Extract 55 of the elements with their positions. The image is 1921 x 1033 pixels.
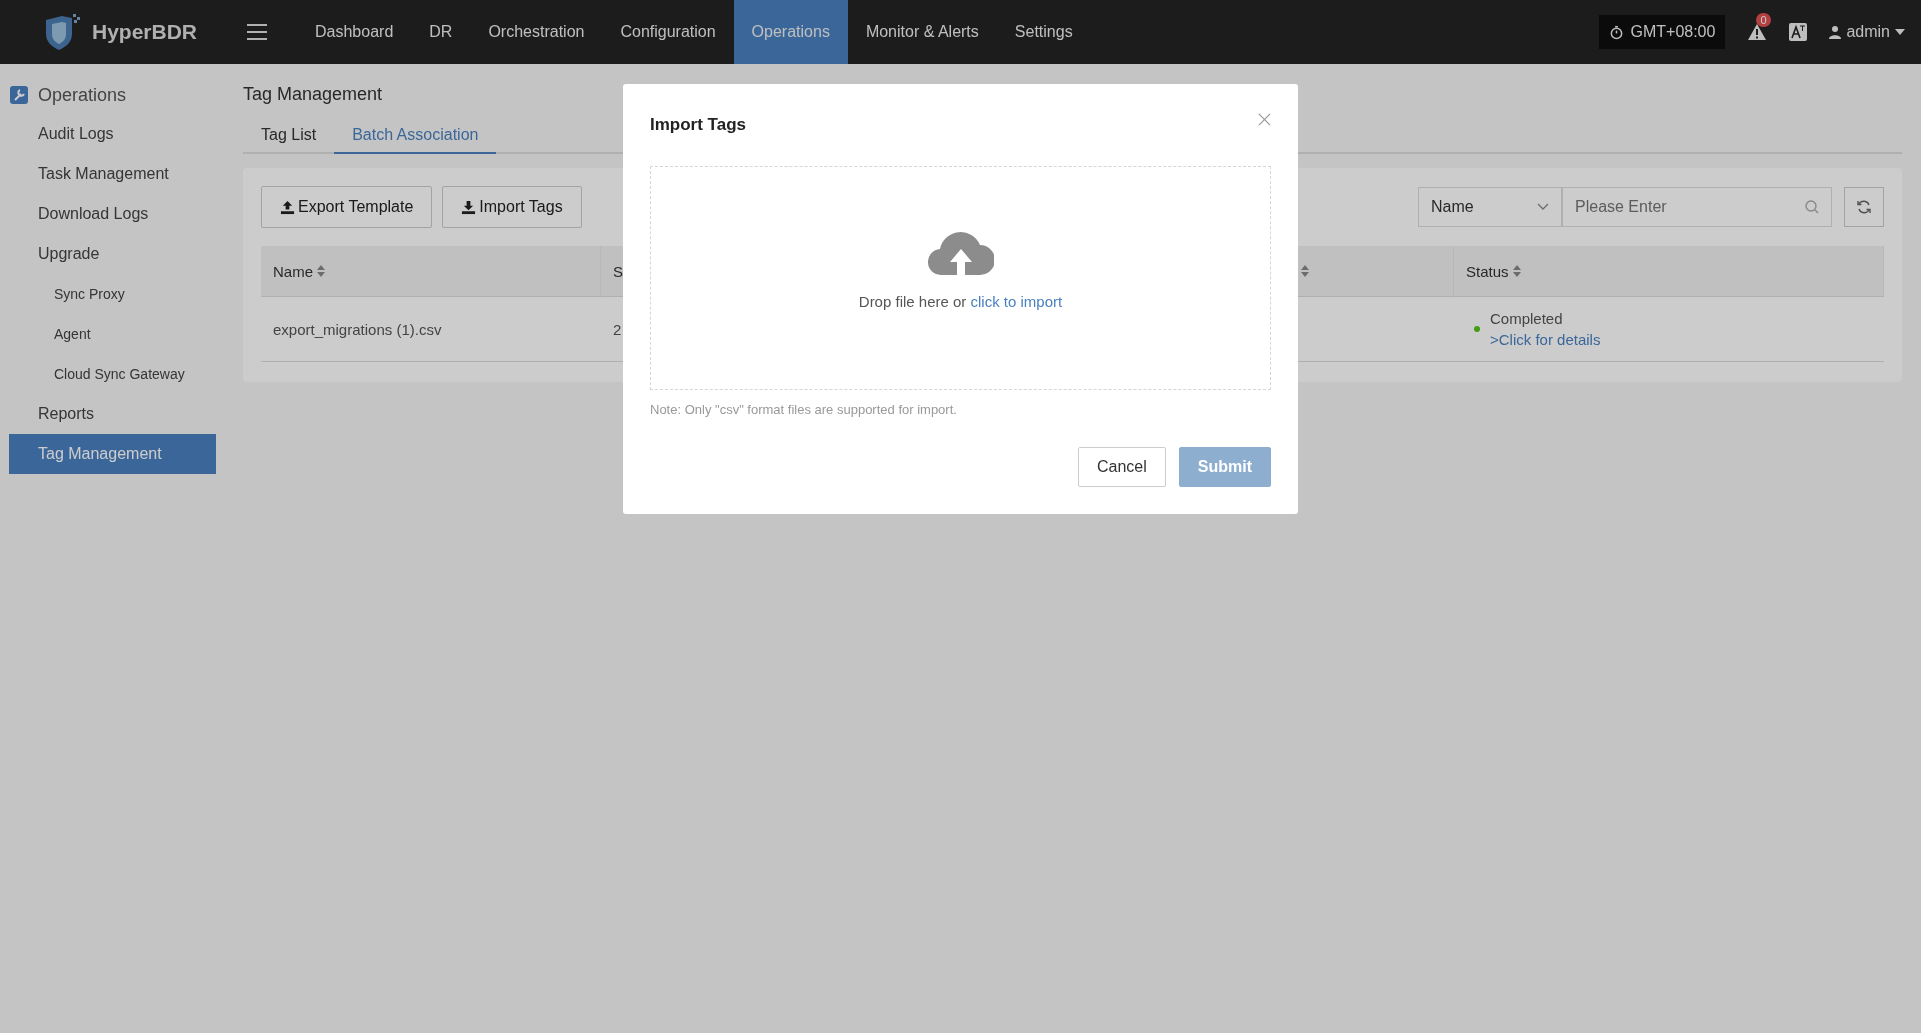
user-icon — [1829, 25, 1842, 39]
page-title: Tag Management — [243, 84, 384, 106]
sidebar-item[interactable]: Reports — [9, 394, 216, 434]
menu-icon[interactable] — [247, 24, 267, 40]
import-button[interactable]: Import Tags — [442, 186, 582, 228]
search-field[interactable]: Please Enter — [1562, 187, 1832, 227]
download-icon — [461, 199, 477, 215]
refresh-button[interactable] — [1844, 187, 1884, 227]
column-title: Name — [273, 262, 313, 280]
sidebar-subitem[interactable]: Sync Proxy — [9, 274, 230, 314]
sidebar-item[interactable]: Download Logs — [9, 194, 216, 234]
search-icon — [1804, 199, 1820, 215]
sidebar-item[interactable]: Task Management — [9, 154, 216, 194]
timezone-button[interactable]: GMT+08:00 — [1599, 15, 1726, 49]
sidebar-item[interactable]: Upgrade — [9, 234, 216, 274]
nav-item[interactable]: Monitor & Alerts — [847, 0, 997, 64]
nav-item[interactable]: DR — [411, 0, 471, 64]
drop-instruction: Drop file here or click to import — [858, 292, 1063, 310]
notification-badge: 0 — [1756, 13, 1771, 27]
import-link[interactable]: click to import — [970, 292, 1063, 310]
wrench-icon — [10, 86, 28, 104]
column-title: S — [613, 262, 623, 280]
dialog-title: Import Tags — [650, 115, 747, 135]
sidebar-title: Operations — [38, 84, 127, 106]
nav-item[interactable]: Orchestration — [470, 0, 603, 64]
nav-item[interactable]: Settings — [996, 0, 1091, 64]
chevron-down-icon — [1537, 203, 1549, 211]
sidebar-item[interactable]: Tag Management — [9, 434, 216, 474]
cancel-button[interactable]: Cancel — [1077, 447, 1166, 487]
nav-item[interactable]: Dashboard — [297, 0, 412, 64]
translate-icon[interactable] — [1789, 23, 1808, 41]
sort-icon[interactable] — [317, 265, 325, 277]
warning-icon[interactable] — [1747, 23, 1768, 41]
caret-icon — [1895, 29, 1905, 35]
brand-name: HyperBDR — [92, 20, 198, 44]
table-cell: export_migrations (1).csv — [261, 297, 601, 362]
drop-zone[interactable]: Drop file here or click to import — [650, 166, 1271, 390]
status-text: Completed — [1490, 310, 1564, 327]
column-title: Status — [1466, 262, 1509, 280]
filter-select[interactable]: Name — [1418, 187, 1562, 227]
user-menu[interactable]: admin — [1829, 23, 1905, 41]
details-link[interactable]: >Click for details — [1490, 331, 1601, 348]
nav-item[interactable]: Configuration — [602, 0, 734, 64]
sidebar-subitem[interactable]: Cloud Sync Gateway — [9, 354, 230, 394]
sort-icon[interactable] — [1301, 265, 1309, 277]
sort-icon[interactable] — [1512, 265, 1521, 277]
sidebar-item[interactable]: Audit Logs — [9, 114, 216, 154]
refresh-icon — [1856, 199, 1872, 215]
export-button[interactable]: Export Template — [261, 186, 433, 228]
sidebar-subitem[interactable]: Agent — [9, 314, 230, 354]
stopwatch-icon — [1609, 24, 1625, 40]
close-icon[interactable] — [1258, 112, 1271, 126]
upload-icon — [280, 199, 295, 215]
tab[interactable]: Tag List — [243, 116, 335, 154]
format-note: Note: Only "csv" format files are supported for import. — [650, 402, 958, 417]
